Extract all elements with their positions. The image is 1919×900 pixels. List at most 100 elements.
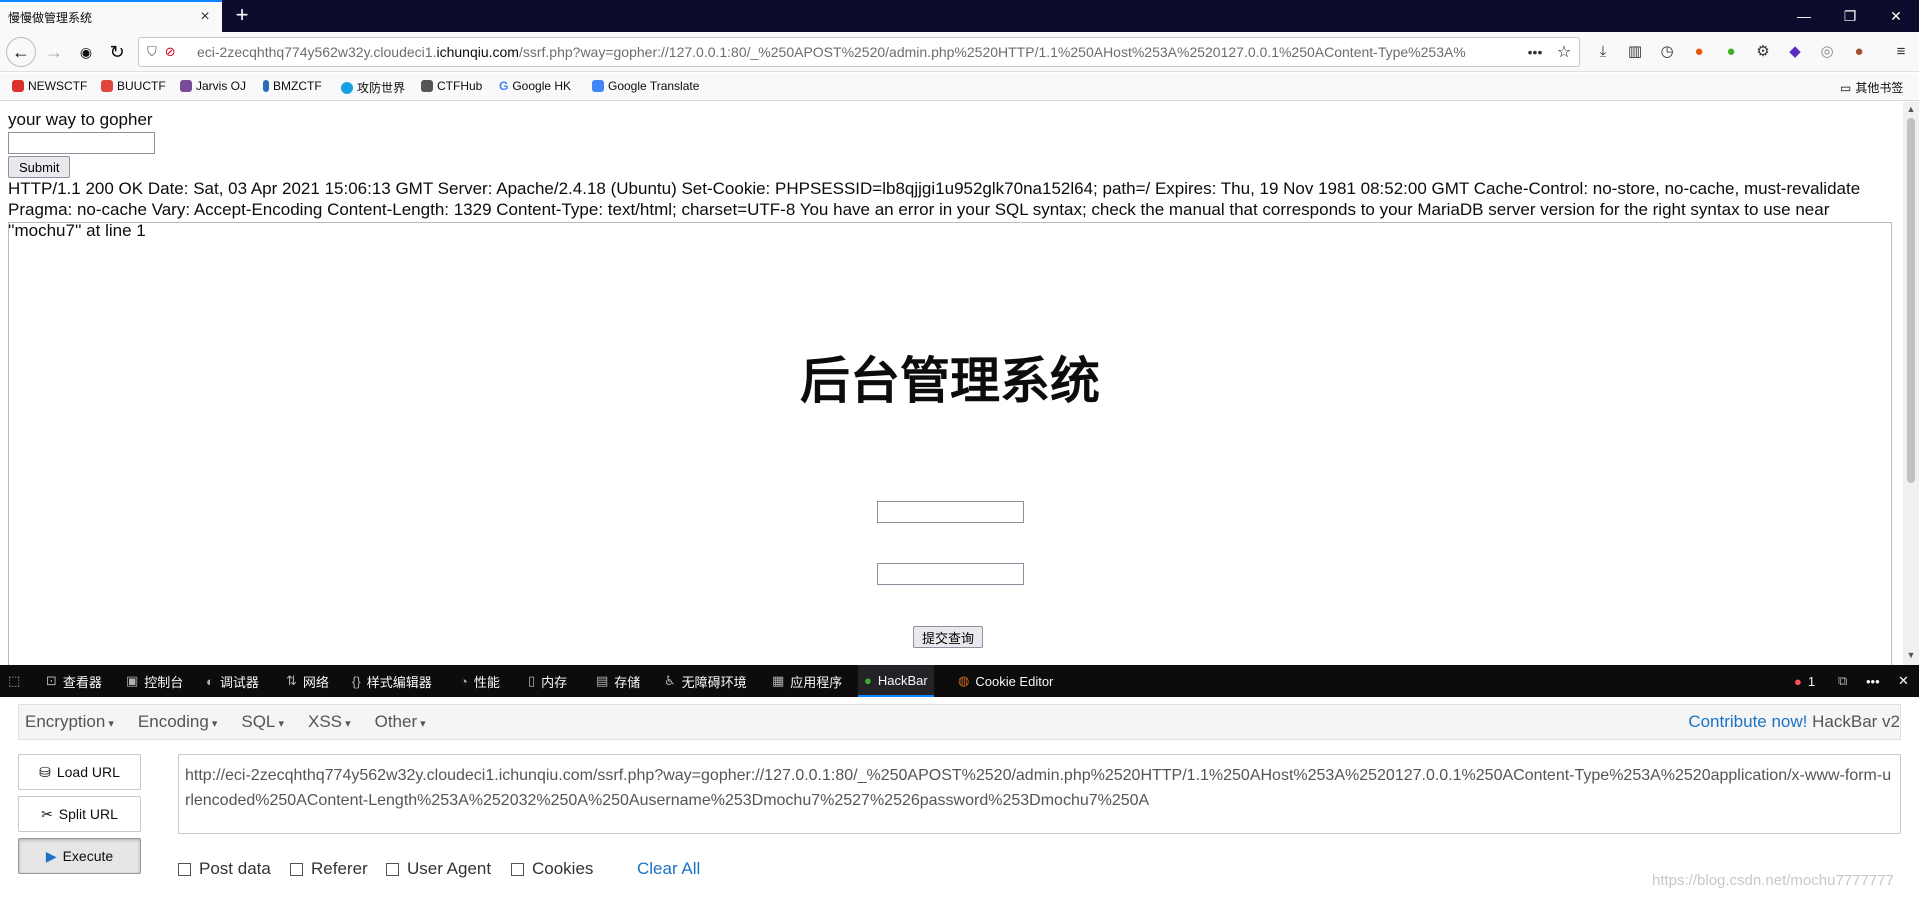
url-text[interactable]: eci-2zecqhthq774y562w32y.cloudeci1.ichun…	[197, 44, 1521, 60]
folder-icon: ▭	[1840, 80, 1852, 95]
scrollbar-thumb[interactable]	[1907, 118, 1915, 483]
bookmark-bmzctf[interactable]: BMZCTF	[263, 79, 322, 93]
bookmark-google-hk[interactable]: G Google HK	[499, 79, 571, 93]
menu-sql[interactable]: SQL	[241, 712, 284, 732]
checkbox-icon	[290, 862, 303, 876]
split-url-button[interactable]: ✂ Split URL	[18, 796, 141, 832]
new-tab-button[interactable]: +	[229, 3, 255, 29]
tab-memory[interactable]: ▯ 内存	[528, 665, 567, 697]
bookmark-newsctf[interactable]: NEWSCTF	[12, 79, 87, 93]
menu-xss[interactable]: XSS	[308, 712, 351, 732]
tab-hackbar[interactable]: ● HackBar	[858, 665, 934, 697]
reload-button[interactable]: ↻	[103, 38, 131, 66]
back-button[interactable]: ←	[6, 37, 36, 67]
tab-cookie-editor[interactable]: ◍ Cookie Editor	[958, 665, 1053, 697]
style-editor-icon: {}	[352, 673, 361, 689]
menu-other[interactable]: Other	[375, 712, 426, 732]
restore-button[interactable]: ❐	[1827, 0, 1873, 32]
console-icon: ▣	[126, 673, 139, 688]
tab-performance[interactable]: ◔ 性能	[460, 665, 500, 697]
username-input[interactable]	[877, 501, 1024, 523]
menu-encoding[interactable]: Encoding	[138, 712, 217, 732]
library-icon[interactable]: ▥	[1624, 41, 1646, 63]
url-prefix: eci-2zecqhthq774y562w32y.cloudeci1.	[197, 44, 437, 60]
reload-icon: ↻	[109, 42, 125, 62]
extension-icon[interactable]: ◉	[72, 38, 100, 66]
load-url-button[interactable]: ⛁ Load URL	[18, 754, 141, 790]
bookmark-jarvis-oj[interactable]: Jarvis OJ	[180, 79, 246, 93]
ctfhub-icon	[421, 80, 433, 92]
history-icon[interactable]: ◷	[1656, 41, 1678, 63]
close-window-button[interactable]: ✕	[1873, 0, 1919, 32]
title-bar: 慢慢做管理系统 × + — ❐ ✕	[0, 0, 1919, 32]
scroll-up-icon[interactable]: ▲	[1903, 104, 1919, 114]
referer-checkbox[interactable]: Referer	[290, 859, 368, 879]
tab-close-icon[interactable]: ×	[196, 8, 214, 26]
hackbar-url-textarea[interactable]: http://eci-2zecqhthq774y562w32y.cloudeci…	[178, 754, 1901, 834]
page-actions-button[interactable]: •••	[1521, 44, 1549, 60]
minimize-button[interactable]: —	[1781, 0, 1827, 32]
bookmark-google-translate[interactable]: Google Translate	[592, 79, 699, 93]
tab-application[interactable]: ▦ 应用程序	[772, 665, 842, 697]
embedded-admin-frame: 后台管理系统 提交查询	[8, 222, 1892, 682]
tracking-shield-icon[interactable]: ⛉	[147, 44, 157, 60]
tab-style-editor[interactable]: {} 样式编辑器	[352, 665, 432, 697]
url-path: /ssrf.php?way=gopher://127.0.0.1:80/_%25…	[518, 44, 1466, 60]
user-agent-checkbox[interactable]: User Agent	[386, 859, 491, 879]
submit-button[interactable]: Submit	[8, 156, 71, 178]
menu-encryption[interactable]: Encryption	[25, 712, 114, 732]
bookmark-gongfang[interactable]: 攻防世界	[341, 79, 405, 96]
cookie-icon[interactable]: ●	[1848, 41, 1870, 63]
tab-title: 慢慢做管理系统	[8, 10, 93, 25]
contribute-link[interactable]: Contribute now!	[1688, 712, 1807, 731]
query-submit-button[interactable]: 提交查询	[913, 626, 984, 648]
extension-gray-icon[interactable]: ◎	[1816, 41, 1838, 63]
bookmark-buuctf[interactable]: BUUCTF	[101, 79, 166, 93]
insecure-lock-icon[interactable]: ⊘	[165, 44, 176, 60]
forward-arrow-icon: →	[45, 42, 63, 62]
tab-storage[interactable]: ▤ 存储	[596, 665, 640, 697]
hackbar-panel: Encryption Encoding SQL XSS Other Contri…	[0, 697, 1919, 900]
contribute-info: Contribute now! HackBar v2	[1688, 712, 1900, 732]
scroll-down-icon[interactable]: ▼	[1903, 650, 1919, 660]
gopher-prompt: your way to gopher	[8, 110, 153, 129]
post-data-checkbox[interactable]: Post data	[178, 859, 271, 879]
extension-orange-icon[interactable]: ●	[1688, 41, 1710, 63]
settings-gear-icon[interactable]: ⚙	[1752, 41, 1774, 63]
tab-network[interactable]: ⇅ 网络	[286, 665, 329, 697]
browser-tab[interactable]: 慢慢做管理系统 ×	[0, 0, 222, 32]
hackbar-extension-icon[interactable]: ◆	[1784, 41, 1806, 63]
tab-debugger[interactable]: ◐ 调试器	[206, 665, 259, 697]
page-scrollbar[interactable]: ▲ ▼	[1903, 102, 1919, 665]
forward-button[interactable]: →	[40, 38, 68, 66]
bookmark-star-icon[interactable]: ☆	[1549, 42, 1579, 62]
extension-green-icon[interactable]: ●	[1720, 41, 1742, 63]
cookies-checkbox[interactable]: Cookies	[511, 859, 593, 879]
download-icon[interactable]: ⤓	[1592, 41, 1614, 63]
error-count-badge[interactable]: ● 1	[1794, 665, 1815, 697]
bookmark-ctfhub[interactable]: CTFHub	[421, 79, 482, 93]
gongfang-icon	[341, 81, 353, 94]
element-picker-icon[interactable]: ⬚	[8, 665, 20, 697]
address-bar[interactable]: ⛉ ⊘ eci-2zecqhthq774y562w32y.cloudeci1.i…	[138, 37, 1580, 67]
devtools-menu-button[interactable]: •••	[1866, 665, 1880, 697]
navigation-toolbar: ← → ◉ ↻ ⛉ ⊘ eci-2zecqhthq774y562w32y.clo…	[0, 32, 1919, 72]
tab-inspector[interactable]: ⊡ 查看器	[46, 665, 102, 697]
dock-side-icon[interactable]: ⧉	[1838, 665, 1847, 697]
newsctf-icon	[12, 80, 24, 92]
password-input[interactable]	[877, 563, 1024, 585]
tab-accessibility[interactable]: ♿ 无障碍环境	[664, 665, 747, 697]
clear-all-link[interactable]: Clear All	[637, 859, 700, 879]
load-url-icon: ⛁	[39, 763, 51, 780]
tab-console[interactable]: ▣ 控制台	[126, 665, 183, 697]
menu-hamburger-icon[interactable]: ≡	[1890, 41, 1912, 63]
devtools-close-icon[interactable]: ✕	[1898, 665, 1909, 697]
other-bookmarks[interactable]: ▭ 其他书签	[1840, 79, 1903, 96]
hackbar-menu-bar: Encryption Encoding SQL XSS Other Contri…	[18, 704, 1901, 740]
execute-icon: ▶	[45, 847, 57, 864]
way-input[interactable]	[8, 132, 155, 154]
translate-icon	[592, 80, 604, 92]
execute-button[interactable]: ▶ Execute	[18, 838, 141, 874]
watermark: https://blog.csdn.net/mochu7777777	[1652, 872, 1894, 889]
bookmarks-toolbar: NEWSCTF BUUCTF Jarvis OJ BMZCTF 攻防世界 CTF…	[0, 73, 1919, 101]
